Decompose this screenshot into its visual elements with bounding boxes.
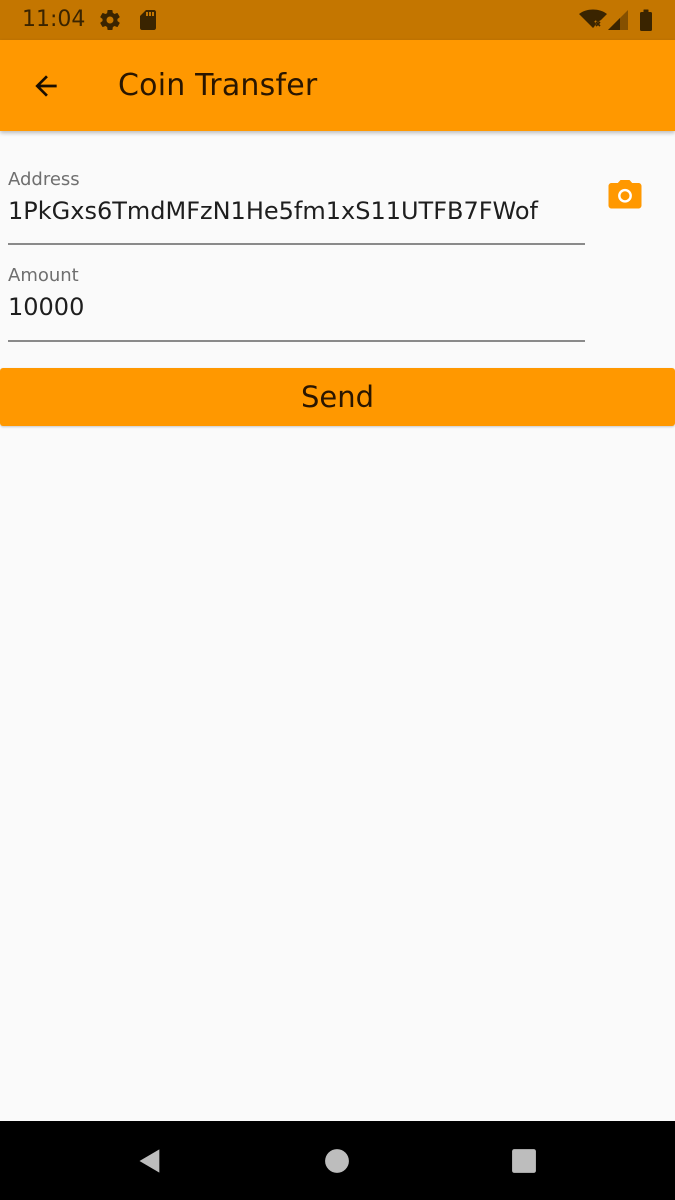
address-field: Address <box>8 168 585 246</box>
nav-home-button[interactable] <box>319 1143 355 1179</box>
address-underline <box>8 243 585 245</box>
arrow-back-icon <box>30 70 62 102</box>
status-bar: 11:04 <box>0 0 675 40</box>
amount-underline <box>8 340 585 342</box>
nav-back-icon <box>136 1147 164 1175</box>
battery-icon <box>634 8 658 32</box>
settings-icon <box>98 8 122 32</box>
app-bar: Coin Transfer <box>0 40 675 131</box>
back-button[interactable] <box>20 60 72 112</box>
camera-icon <box>607 178 643 212</box>
amount-input[interactable] <box>8 288 585 326</box>
nav-recents-icon <box>511 1148 537 1174</box>
send-button[interactable]: Send <box>0 368 675 426</box>
nav-back-button[interactable] <box>132 1143 168 1179</box>
camera-scan-button[interactable] <box>600 172 650 218</box>
address-input[interactable] <box>8 192 585 230</box>
sd-card-icon <box>136 8 160 32</box>
amount-label: Amount <box>8 265 79 286</box>
signal-icon <box>606 8 630 32</box>
address-label: Address <box>8 169 80 190</box>
amount-field: Amount <box>8 264 585 343</box>
wifi-off-icon <box>578 8 608 32</box>
nav-home-icon <box>324 1148 350 1174</box>
navigation-bar <box>0 1121 675 1200</box>
status-time: 11:04 <box>22 7 86 32</box>
nav-recents-button[interactable] <box>506 1143 542 1179</box>
page-title: Coin Transfer <box>118 68 318 103</box>
